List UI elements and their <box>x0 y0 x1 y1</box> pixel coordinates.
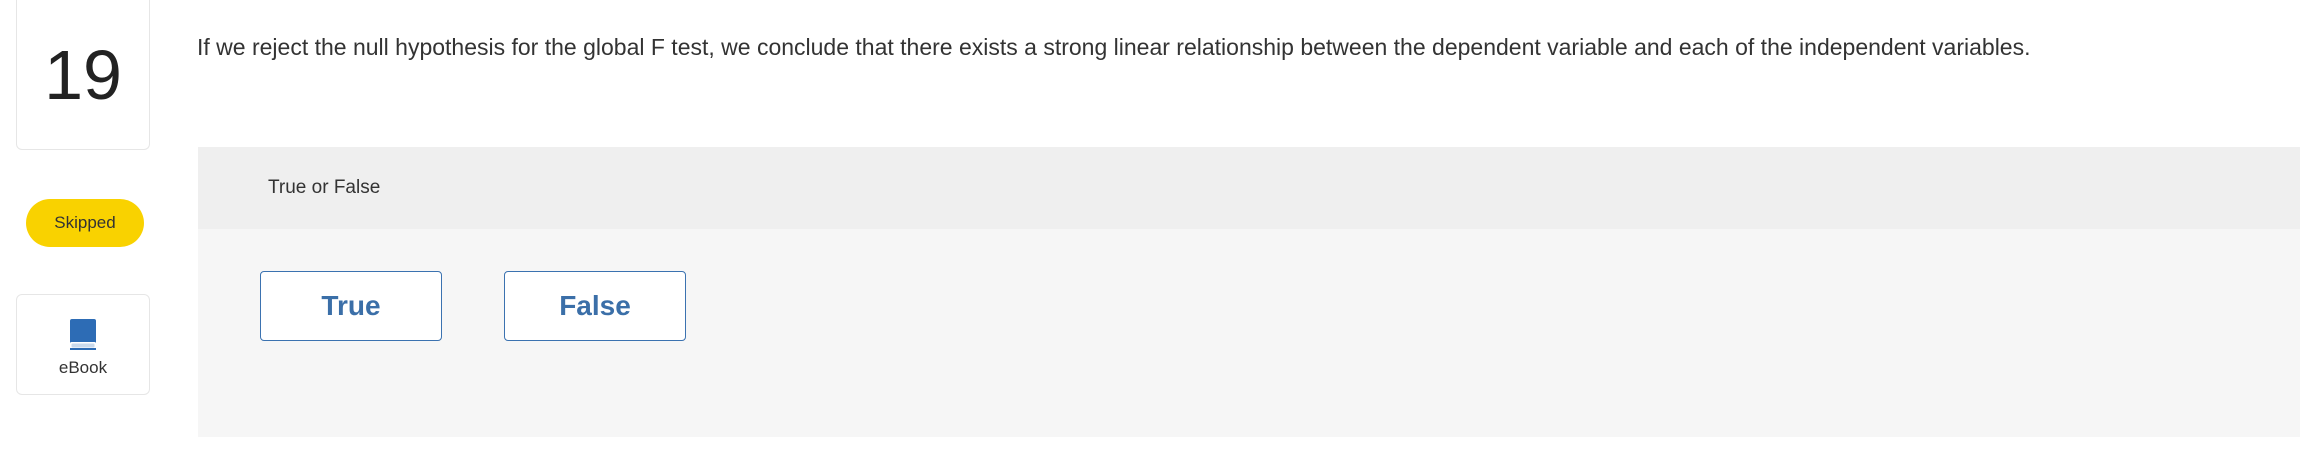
true-button[interactable]: True <box>260 271 442 341</box>
question-number: 19 <box>44 35 122 114</box>
question-text: If we reject the null hypothesis for the… <box>197 34 2031 60</box>
answer-panel-header: True or False <box>198 147 2300 229</box>
false-button[interactable]: False <box>504 271 686 341</box>
ebook-button[interactable]: eBook <box>16 294 150 395</box>
book-icon <box>70 318 96 350</box>
answer-choices: True False <box>260 271 686 341</box>
answer-type-label: True or False <box>268 177 381 198</box>
ebook-label: eBook <box>58 357 108 377</box>
question-number-card: 19 <box>16 0 150 150</box>
answer-panel: True or False True False <box>198 147 2300 437</box>
status-badge: Skipped <box>26 199 144 247</box>
question-page: 19 Skipped eBook If we reject the null h… <box>0 0 2300 456</box>
